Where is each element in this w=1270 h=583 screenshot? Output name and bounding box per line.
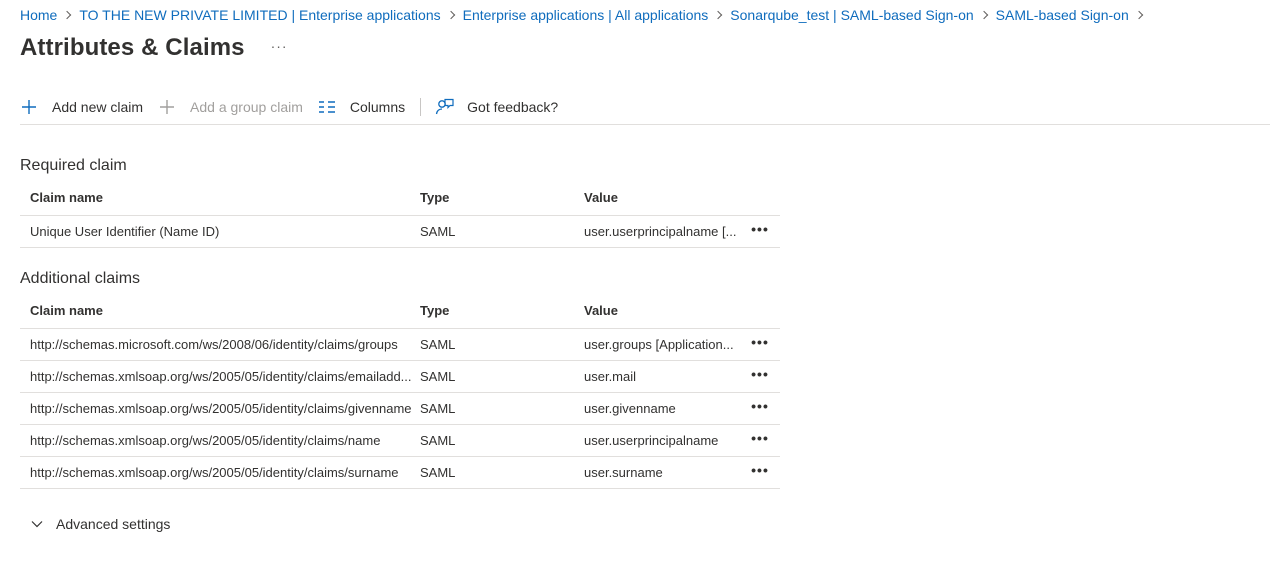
claim-value-cell: user.mail [584,369,637,384]
chevron-down-icon [30,516,44,532]
command-bar: Add new claim Add a group claim Columns … [20,92,1270,125]
table-row[interactable]: http://schemas.xmlsoap.org/ws/2005/05/id… [20,361,780,393]
additional-claims-grid: Claim name Type Value http://schemas.mic… [20,293,780,489]
feedback-icon [435,97,459,117]
table-row[interactable]: Unique User Identifier (Name ID) SAML us… [20,216,780,248]
page-title: Attributes & Claims [20,34,245,61]
add-new-claim-button[interactable]: Add new claim [20,92,158,122]
claim-value-cell: user.userprincipalname [584,433,719,448]
claim-type-cell: SAML [420,465,456,480]
column-header-claim-name[interactable]: Claim name [20,190,420,205]
claim-name-cell: Unique User Identifier (Name ID) [30,224,220,239]
breadcrumb: Home TO THE NEW PRIVATE LIMITED | Enterp… [20,6,1151,24]
claim-value-cell: user.groups [Application... [584,337,734,352]
chevron-right-icon [57,6,79,24]
claim-name-cell: http://schemas.xmlsoap.org/ws/2005/05/id… [30,369,412,384]
more-options-icon[interactable]: ••• [751,369,769,382]
claim-type-cell: SAML [420,369,456,384]
claim-value-cell: user.givenname [584,401,676,416]
page-header: Attributes & Claims ··· [20,32,288,64]
grid-header: Claim name Type Value [20,180,780,216]
row-actions: ••• [740,433,780,449]
feedback-label: Got feedback? [467,98,559,115]
claim-name-cell: http://schemas.xmlsoap.org/ws/2005/05/id… [30,465,399,480]
more-options-icon[interactable]: ••• [751,433,769,446]
row-actions: ••• [740,224,780,240]
breadcrumb-sonarqube-saml[interactable]: Sonarqube_test | SAML-based Sign-on [730,7,973,23]
claim-name-cell: http://schemas.xmlsoap.org/ws/2005/05/id… [30,433,381,448]
breadcrumb-home[interactable]: Home [20,7,57,23]
column-header-value[interactable]: Value [584,303,740,318]
add-group-claim-label: Add a group claim [190,98,303,115]
claim-type-cell: SAML [420,401,456,416]
breadcrumb-enterprise-applications-tenant[interactable]: TO THE NEW PRIVATE LIMITED | Enterprise … [79,7,440,23]
chevron-right-icon [708,6,730,24]
more-options-icon[interactable]: ••• [751,224,769,237]
row-actions: ••• [740,465,780,481]
more-options-icon[interactable]: ••• [751,465,769,478]
table-row[interactable]: http://schemas.xmlsoap.org/ws/2005/05/id… [20,393,780,425]
claim-name-cell: http://schemas.xmlsoap.org/ws/2005/05/id… [30,401,412,416]
feedback-button[interactable]: Got feedback? [435,92,573,122]
advanced-settings-label: Advanced settings [56,516,171,532]
breadcrumb-saml-sign-on[interactable]: SAML-based Sign-on [996,7,1129,23]
row-actions: ••• [740,369,780,385]
required-claims-grid: Claim name Type Value Unique User Identi… [20,180,780,248]
additional-claims-heading: Additional claims [20,270,141,287]
chevron-right-icon [1129,6,1151,24]
table-row[interactable]: http://schemas.xmlsoap.org/ws/2005/05/id… [20,425,780,457]
column-header-value[interactable]: Value [584,190,740,205]
table-row[interactable]: http://schemas.microsoft.com/ws/2008/06/… [20,329,780,361]
more-options-icon[interactable]: ··· [271,38,288,54]
claim-type-cell: SAML [420,337,456,352]
columns-icon [318,97,342,117]
claim-name-cell: http://schemas.microsoft.com/ws/2008/06/… [30,337,398,352]
table-row[interactable]: http://schemas.xmlsoap.org/ws/2005/05/id… [20,457,780,489]
more-options-icon[interactable]: ••• [751,337,769,350]
grid-header: Claim name Type Value [20,293,780,329]
add-new-claim-label: Add new claim [52,98,144,115]
column-header-claim-name[interactable]: Claim name [20,303,420,318]
claim-type-cell: SAML [420,224,456,239]
columns-label: Columns [349,98,406,115]
chevron-right-icon [441,6,463,24]
required-claim-heading: Required claim [20,157,127,174]
chevron-right-icon [974,6,996,24]
columns-button[interactable]: Columns [318,92,420,122]
row-actions: ••• [740,337,780,353]
claim-value-cell: user.userprincipalname [... [584,224,737,239]
column-header-type[interactable]: Type [420,303,584,318]
add-group-claim-button[interactable]: Add a group claim [158,92,318,122]
column-header-type[interactable]: Type [420,190,584,205]
plus-icon [158,97,182,117]
claim-value-cell: user.surname [584,465,663,480]
toolbar-divider [420,97,422,116]
breadcrumb-all-applications[interactable]: Enterprise applications | All applicatio… [463,7,709,23]
more-options-icon[interactable]: ••• [751,401,769,414]
advanced-settings-toggle[interactable]: Advanced settings [30,516,170,532]
row-actions: ••• [740,401,780,417]
plus-icon [20,97,44,117]
claim-type-cell: SAML [420,433,456,448]
